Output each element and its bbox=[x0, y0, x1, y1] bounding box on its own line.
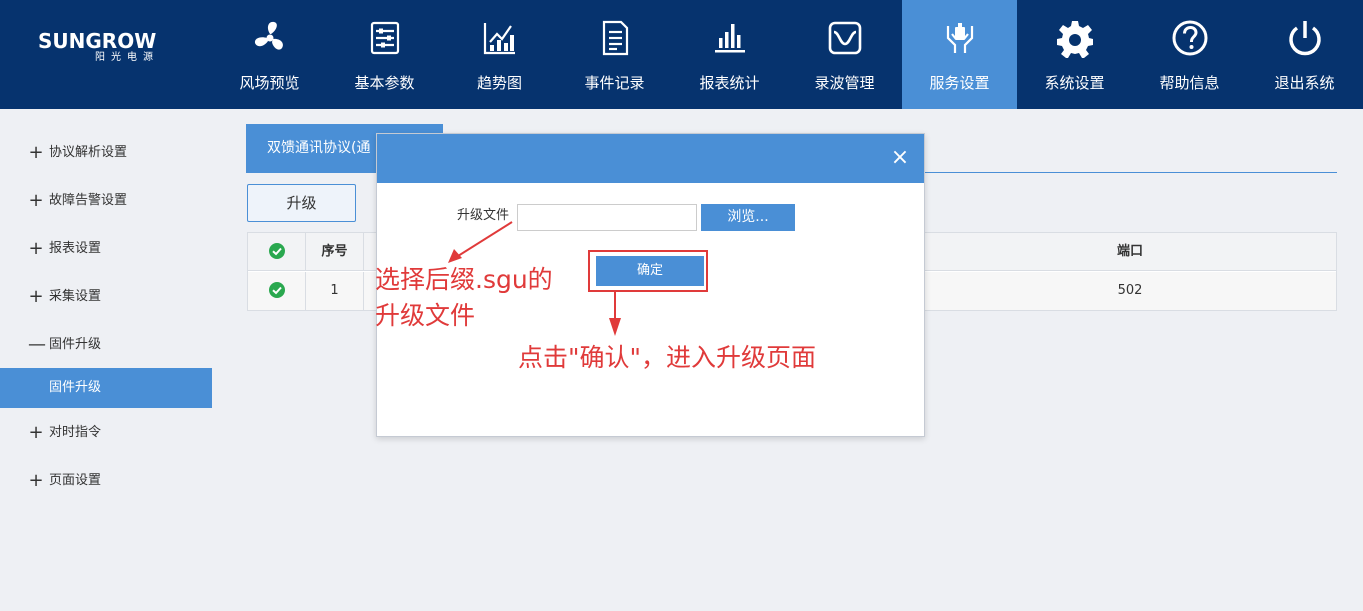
sidebar-item-label: 页面设置 bbox=[49, 473, 102, 488]
logo-subtext: 阳光电源 bbox=[95, 52, 159, 63]
upgrade-file-input[interactable] bbox=[517, 204, 697, 231]
nav-item-system-settings[interactable]: 系统设置 bbox=[1017, 0, 1132, 109]
sidebar-item-label: 报表设置 bbox=[49, 241, 102, 256]
dialog-header: × bbox=[377, 134, 924, 183]
annotation-suffix-line2: 升级文件 bbox=[375, 301, 476, 330]
nav-item-waveform-management[interactable]: 录波管理 bbox=[787, 0, 902, 109]
sidebar-item-page-settings[interactable]: + 页面设置 bbox=[0, 461, 212, 501]
sidebar-item-collection-settings[interactable]: + 采集设置 bbox=[0, 277, 212, 317]
waveform-icon bbox=[825, 18, 865, 58]
select-all-cell[interactable] bbox=[248, 233, 306, 271]
browse-button[interactable]: 浏览... bbox=[701, 204, 795, 231]
hands-icon bbox=[940, 18, 980, 58]
annotation-confirm-hint: 点击"确认"，进入升级页面 bbox=[518, 343, 816, 372]
sidebar-item-label: 对时指令 bbox=[49, 425, 102, 440]
close-icon[interactable]: × bbox=[888, 146, 912, 170]
power-icon bbox=[1285, 18, 1325, 58]
row-select-cell[interactable] bbox=[248, 272, 306, 310]
expand-icon: + bbox=[28, 190, 44, 211]
nav-label: 系统设置 bbox=[1044, 74, 1105, 92]
nav-label: 帮助信息 bbox=[1159, 74, 1220, 92]
gear-icon bbox=[1055, 18, 1095, 58]
expand-icon: + bbox=[28, 238, 44, 259]
row-port: 502 bbox=[1117, 283, 1143, 298]
nav-item-trend-chart[interactable]: 趋势图 bbox=[442, 0, 557, 109]
nav-item-service-settings[interactable]: 服务设置 bbox=[902, 0, 1017, 109]
fan-icon bbox=[250, 18, 290, 58]
sidebar-subitem-firmware-upgrade[interactable]: 固件升级 bbox=[0, 368, 212, 408]
sidebar-item-label: 固件升级 bbox=[49, 337, 102, 352]
sidebar-item-label: 协议解析设置 bbox=[49, 145, 128, 160]
main-nav: 风场预览 基本参数 趋势图 事件记录 报表统计 录波管理 服务设置 系统设置 帮… bbox=[212, 0, 1362, 109]
help-icon bbox=[1170, 18, 1210, 58]
sidebar-item-label: 故障告警设置 bbox=[49, 193, 128, 208]
collapse-icon: — bbox=[28, 334, 46, 355]
nav-label: 风场预览 bbox=[239, 74, 300, 92]
nav-label: 退出系统 bbox=[1274, 74, 1335, 92]
column-header-no: 序号 bbox=[306, 233, 364, 271]
annotation-highlight-box bbox=[588, 250, 708, 292]
nav-label: 趋势图 bbox=[476, 74, 522, 92]
sidebar-item-report-settings[interactable]: + 报表设置 bbox=[0, 229, 212, 269]
nav-item-wind-farm-preview[interactable]: 风场预览 bbox=[212, 0, 327, 109]
annotation-suffix-line1: 选择后缀.sgu的 bbox=[375, 265, 553, 294]
sungrow-logo: SUNGROW 阳光电源 bbox=[38, 30, 178, 70]
nav-label: 基本参数 bbox=[354, 74, 415, 92]
sidebar-item-fault-alarm[interactable]: + 故障告警设置 bbox=[0, 181, 212, 221]
nav-item-report-stats[interactable]: 报表统计 bbox=[672, 0, 787, 109]
bars-icon bbox=[710, 18, 750, 58]
row-no: 1 bbox=[306, 272, 364, 310]
chart-icon bbox=[480, 18, 520, 58]
sidebar-item-time-sync[interactable]: + 对时指令 bbox=[0, 413, 212, 453]
nav-item-event-log[interactable]: 事件记录 bbox=[557, 0, 672, 109]
document-icon bbox=[595, 18, 635, 58]
nav-item-help[interactable]: 帮助信息 bbox=[1132, 0, 1247, 109]
nav-item-basic-params[interactable]: 基本参数 bbox=[327, 0, 442, 109]
sidebar-item-label: 采集设置 bbox=[49, 289, 102, 304]
check-all-icon[interactable] bbox=[268, 242, 285, 259]
nav-label: 录波管理 bbox=[814, 74, 875, 92]
sidebar-subitem-label: 固件升级 bbox=[49, 380, 102, 395]
sliders-icon bbox=[365, 18, 405, 58]
logo-text: SUNGROW bbox=[38, 29, 157, 53]
nav-item-logout[interactable]: 退出系统 bbox=[1247, 0, 1362, 109]
sidebar-item-protocol-parse[interactable]: + 协议解析设置 bbox=[0, 133, 212, 173]
nav-label: 服务设置 bbox=[929, 74, 990, 92]
sidebar-item-firmware-upgrade[interactable]: — 固件升级 bbox=[0, 325, 212, 365]
sidebar: + 协议解析设置 + 故障告警设置 + 报表设置 + 采集设置 — 固件升级 固… bbox=[0, 109, 212, 611]
top-navigation-bar: SUNGROW 阳光电源 风场预览 基本参数 趋势图 事件记录 报表统计 录波管… bbox=[0, 0, 1363, 109]
nav-label: 事件记录 bbox=[584, 74, 645, 92]
column-header-port: 端口 bbox=[1116, 244, 1143, 259]
row-check-icon[interactable] bbox=[268, 281, 285, 298]
expand-icon: + bbox=[28, 286, 44, 307]
expand-icon: + bbox=[28, 422, 44, 443]
upgrade-button[interactable]: 升级 bbox=[247, 184, 356, 222]
expand-icon: + bbox=[28, 470, 44, 491]
upgrade-file-label: 升级文件 bbox=[457, 208, 510, 223]
nav-label: 报表统计 bbox=[699, 74, 760, 92]
expand-icon: + bbox=[28, 142, 44, 163]
